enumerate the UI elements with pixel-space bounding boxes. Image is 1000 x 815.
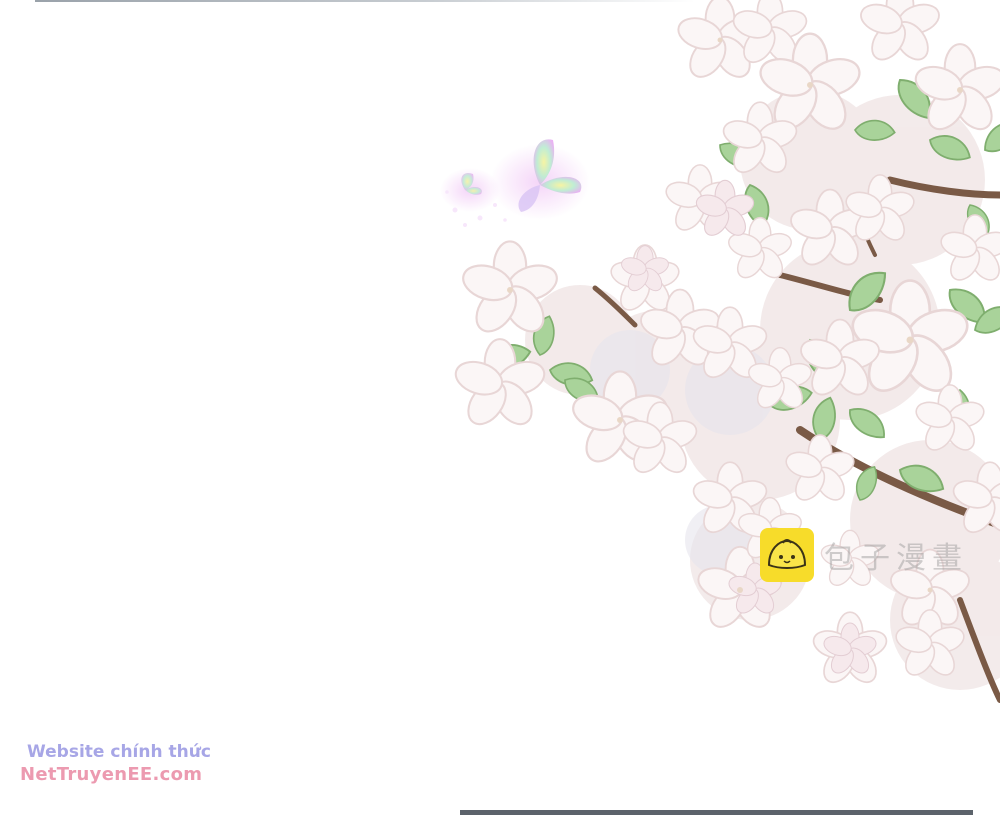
- site-promo-tagline: Website chính thức: [27, 742, 211, 762]
- bottom-panel-border: [460, 810, 973, 815]
- cherry-blossom-branch-icon: [450, 0, 1000, 703]
- comic-page: 包子漫畫 Website chính thức NetTruyenEE.com: [0, 0, 1000, 815]
- watermark-text: 包子漫畫: [824, 541, 968, 576]
- bun-mascot-icon: [760, 528, 814, 582]
- butterfly-icon: [440, 139, 590, 227]
- publisher-watermark: 包子漫畫: [760, 527, 968, 583]
- site-promo: Website chính thức NetTruyenEE.com: [20, 742, 260, 785]
- site-promo-url: NetTruyenEE.com: [20, 764, 203, 785]
